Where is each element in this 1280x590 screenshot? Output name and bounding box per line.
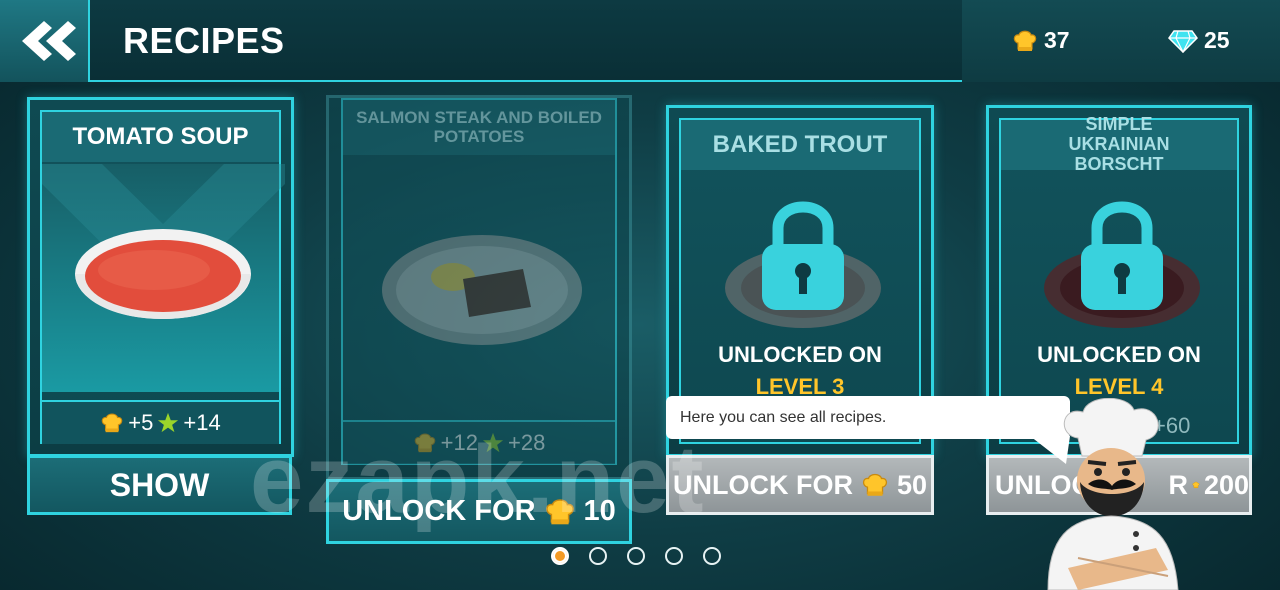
dish-image-tomato-soup — [42, 164, 285, 392]
chef-hat-icon — [1013, 30, 1037, 51]
page-dot-3[interactable] — [627, 547, 645, 565]
unlock-info: UNLOCKED ON LEVEL 4 — [1001, 342, 1237, 400]
page-dot-5[interactable] — [703, 547, 721, 565]
recipe-card-salmon-steak[interactable]: SALMON STEAK AND BOILED POTATOES +12 +28 — [326, 95, 632, 480]
top-bar: RECIPES 37 25 — [0, 0, 1280, 82]
reward-row: +5 +14 — [42, 400, 279, 444]
padlock-icon — [762, 201, 844, 310]
gems-counter: 25 — [1168, 27, 1230, 54]
dish-image-salmon-steak — [343, 157, 615, 417]
chef-hats-value: 37 — [1044, 27, 1070, 53]
card-title: SIMPLE UKRAINIAN BORSCHT — [1001, 114, 1237, 174]
card-title: TOMATO SOUP — [42, 112, 279, 162]
card-title: BAKED TROUT — [681, 120, 919, 170]
unlock-price: 50 — [896, 469, 928, 500]
card-title: SALMON STEAK AND BOILED POTATOES — [343, 100, 615, 155]
gems-value: 25 — [1204, 27, 1230, 53]
unlock-label: UNLOCKED ON — [718, 342, 882, 367]
chef-hat-icon — [101, 413, 123, 433]
unlock-label: UNLOCKED ON — [1037, 342, 1201, 367]
unlock-info: UNLOCKED ON LEVEL 3 — [681, 342, 919, 400]
page-dot-2[interactable] — [589, 547, 607, 565]
chef-hat-icon — [862, 473, 888, 496]
page-dot-4[interactable] — [665, 547, 683, 565]
unlock-price: 200 — [1203, 469, 1249, 500]
page-title: RECIPES — [123, 20, 285, 61]
double-chevron-left-icon — [22, 21, 76, 61]
reward-hats: +5 — [128, 410, 154, 435]
recipe-card-tomato-soup[interactable]: TOMATO SOUP +5 +14 — [27, 97, 294, 457]
tutorial-tooltip: Here you can see all recipes. — [666, 396, 1070, 439]
page-indicator — [551, 547, 721, 565]
currency-panel: 37 25 — [962, 0, 1280, 82]
watermark: ezapk.net — [250, 426, 706, 533]
padlock-icon — [1081, 201, 1163, 310]
back-button[interactable] — [0, 0, 90, 82]
chef-hats-counter: 37 — [1012, 27, 1070, 54]
diamond-icon — [1168, 29, 1198, 53]
unlock-button-trout[interactable]: UNLOCK FOR 50 — [666, 455, 934, 515]
reward-stars: +14 — [183, 410, 221, 435]
chef-character — [1047, 398, 1179, 590]
star-icon — [158, 412, 179, 433]
page-dot-1[interactable] — [551, 547, 569, 565]
